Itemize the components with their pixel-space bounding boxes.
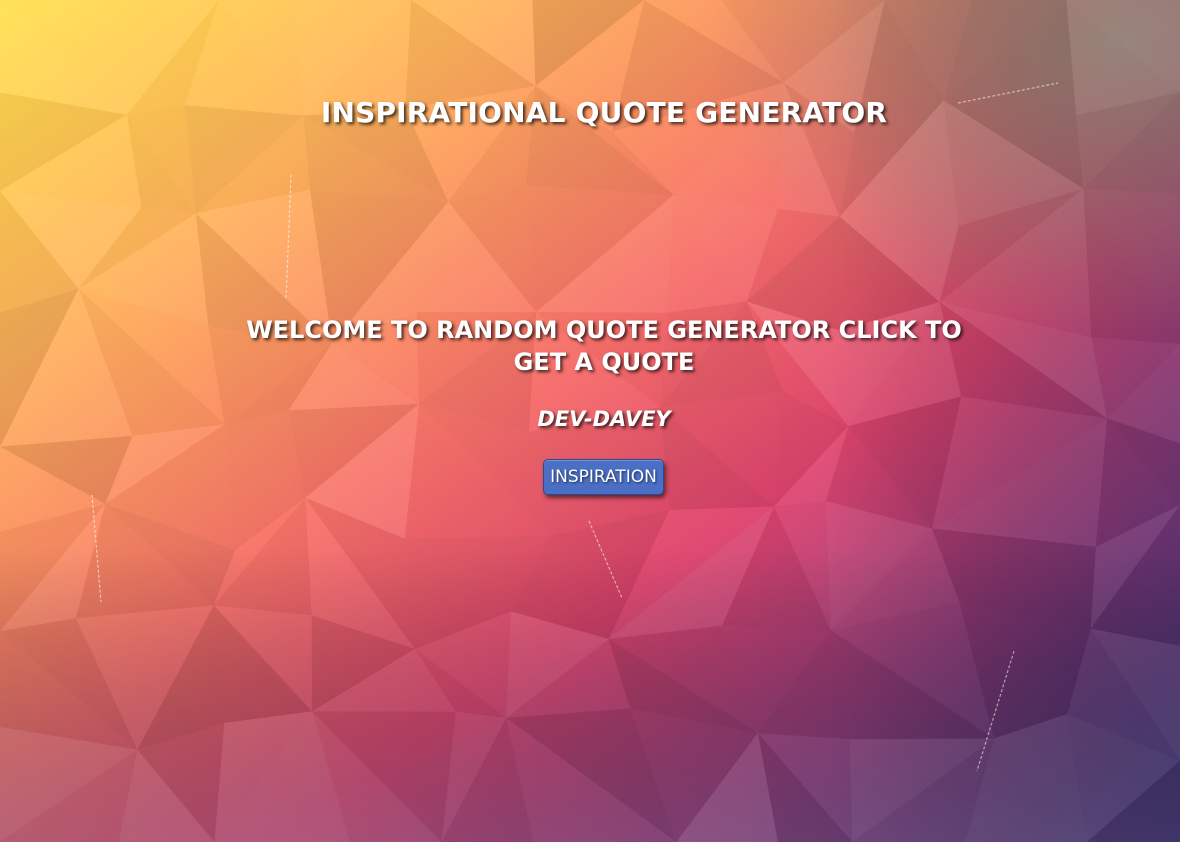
quote-text: WELCOME TO RANDOM QUOTE GENERATOR CLICK …	[246, 316, 962, 376]
page-title: INSPIRATIONAL QUOTE GENERATOR	[320, 96, 888, 129]
main-content: INSPIRATIONAL QUOTE GENERATOR WELCOME TO…	[0, 0, 1180, 842]
inspiration-button[interactable]: INSPIRATION	[543, 459, 664, 495]
quote-author: DEV-DAVEY	[537, 407, 671, 431]
